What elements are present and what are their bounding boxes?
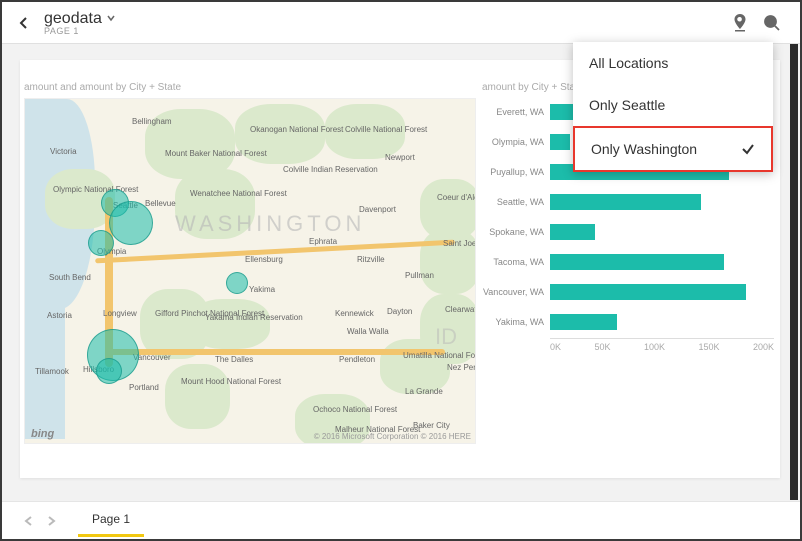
page-tab[interactable]: Page 1 — [78, 504, 144, 537]
chart-row: Seattle, WA — [482, 188, 774, 216]
map-data-bubble[interactable] — [88, 230, 114, 256]
map-attribution: © 2016 Microsoft Corporation © 2016 HERE — [314, 432, 471, 441]
chart-bar[interactable] — [550, 194, 701, 210]
place-label: La Grande — [405, 387, 443, 396]
chart-category-label: Seattle, WA — [482, 197, 550, 207]
chart-category-label: Spokane, WA — [482, 227, 550, 237]
filter-menu-label: All Locations — [589, 55, 668, 71]
place-label: Victoria — [50, 147, 77, 156]
prev-page-button[interactable] — [18, 510, 40, 532]
place-label: Ochoco National Forest — [313, 405, 397, 414]
place-label: Mount Baker National Forest — [165, 149, 267, 158]
map-data-bubble[interactable] — [96, 358, 122, 384]
next-page-button[interactable] — [40, 510, 62, 532]
place-label: Yakama Indian Reservation — [205, 313, 303, 322]
location-filter-button[interactable] — [724, 7, 756, 39]
place-label: Umatilla National Forest — [403, 351, 476, 360]
top-bar: geodata PAGE 1 — [2, 2, 800, 44]
x-tick: 0K — [550, 342, 561, 352]
place-label: Astoria — [47, 311, 72, 320]
chart-caption: amount by City + State — [482, 82, 583, 93]
place-label: Pullman — [405, 271, 434, 280]
place-label: Olympic National Forest — [53, 185, 138, 194]
chart-bar[interactable] — [550, 284, 746, 300]
location-filter-menu: All Locations Only Seattle Only Washington — [573, 42, 773, 172]
place-label: Yakima — [249, 285, 275, 294]
chart-bar[interactable] — [550, 134, 570, 150]
place-label: South Bend — [49, 273, 91, 282]
place-label: Bellingham — [132, 117, 172, 126]
place-label: Portland — [129, 383, 159, 392]
chart-bar[interactable] — [550, 224, 595, 240]
place-label: Longview — [103, 309, 137, 318]
region-label: WASHINGTON — [175, 211, 365, 237]
map-data-bubble[interactable] — [109, 201, 153, 245]
place-label: Walla Walla — [347, 327, 389, 336]
place-label: Ellensburg — [245, 255, 283, 264]
place-label: Ephrata — [309, 237, 337, 246]
place-label: Pendleton — [339, 355, 375, 364]
chart-category-label: Puyallup, WA — [482, 167, 550, 177]
map-data-bubble[interactable] — [226, 272, 248, 294]
place-label: Colville National Forest — [345, 125, 427, 134]
chart-category-label: Tacoma, WA — [482, 257, 550, 267]
chart-row: Spokane, WA — [482, 218, 774, 246]
x-tick: 150K — [698, 342, 719, 352]
place-label: Bellevue — [145, 199, 176, 208]
map-brand-logo: bing — [31, 428, 54, 440]
place-label: Mount Hood National Forest — [181, 377, 281, 386]
place-label: Coeur d'Alene National Forest — [437, 193, 476, 202]
search-button[interactable] — [756, 7, 788, 39]
chart-category-label: Vancouver, WA — [482, 287, 550, 297]
title-block: geodata PAGE 1 — [44, 10, 116, 36]
place-label: Okanogan National Forest — [250, 125, 343, 134]
place-label: Saint Joe National Forest — [443, 239, 476, 248]
x-tick: 100K — [644, 342, 665, 352]
check-icon — [741, 142, 755, 156]
place-label: Ritzville — [357, 255, 385, 264]
chart-category-label: Yakima, WA — [482, 317, 550, 327]
x-tick: 50K — [594, 342, 610, 352]
place-label: Nez Perce National Forest — [447, 363, 476, 372]
filter-menu-item[interactable]: Only Washington — [573, 126, 773, 172]
place-label: Tillamook — [35, 367, 69, 376]
place-label: Baker City — [413, 421, 450, 430]
chart-category-label: Olympia, WA — [482, 137, 550, 147]
page-navigator: Page 1 — [2, 501, 800, 539]
filter-menu-item[interactable]: Only Seattle — [573, 84, 773, 126]
right-rail — [790, 44, 798, 500]
filter-menu-label: Only Seattle — [589, 97, 665, 113]
chart-row: Yakima, WA — [482, 308, 774, 336]
report-title: geodata — [44, 10, 102, 28]
place-label: Colville Indian Reservation — [283, 165, 378, 174]
chart-row: Tacoma, WA — [482, 248, 774, 276]
place-label: Clearwater National Forest — [445, 305, 476, 314]
map-caption: amount and amount by City + State — [24, 82, 181, 93]
chart-x-axis: 0K 50K 100K 150K 200K — [550, 338, 774, 352]
place-label: Wenatchee National Forest — [190, 189, 287, 198]
filter-menu-label: Only Washington — [591, 141, 697, 157]
place-label: Newport — [385, 153, 415, 162]
x-tick: 200K — [753, 342, 774, 352]
region-label-2: ID — [435, 324, 457, 350]
chevron-down-icon — [106, 13, 116, 23]
back-button[interactable] — [14, 13, 34, 33]
chart-bar[interactable] — [550, 314, 617, 330]
filter-menu-item[interactable]: All Locations — [573, 42, 773, 84]
place-label: The Dalles — [215, 355, 253, 364]
chart-row: Vancouver, WA — [482, 278, 774, 306]
place-label: Davenport — [359, 205, 396, 214]
map-visual[interactable]: WASHINGTON ID Victoria Bellingham Mount Ba… — [24, 98, 476, 444]
place-label: Kennewick — [335, 309, 374, 318]
chart-bar[interactable] — [550, 254, 724, 270]
place-label: Dayton — [387, 307, 412, 316]
chart-category-label: Everett, WA — [482, 107, 550, 117]
